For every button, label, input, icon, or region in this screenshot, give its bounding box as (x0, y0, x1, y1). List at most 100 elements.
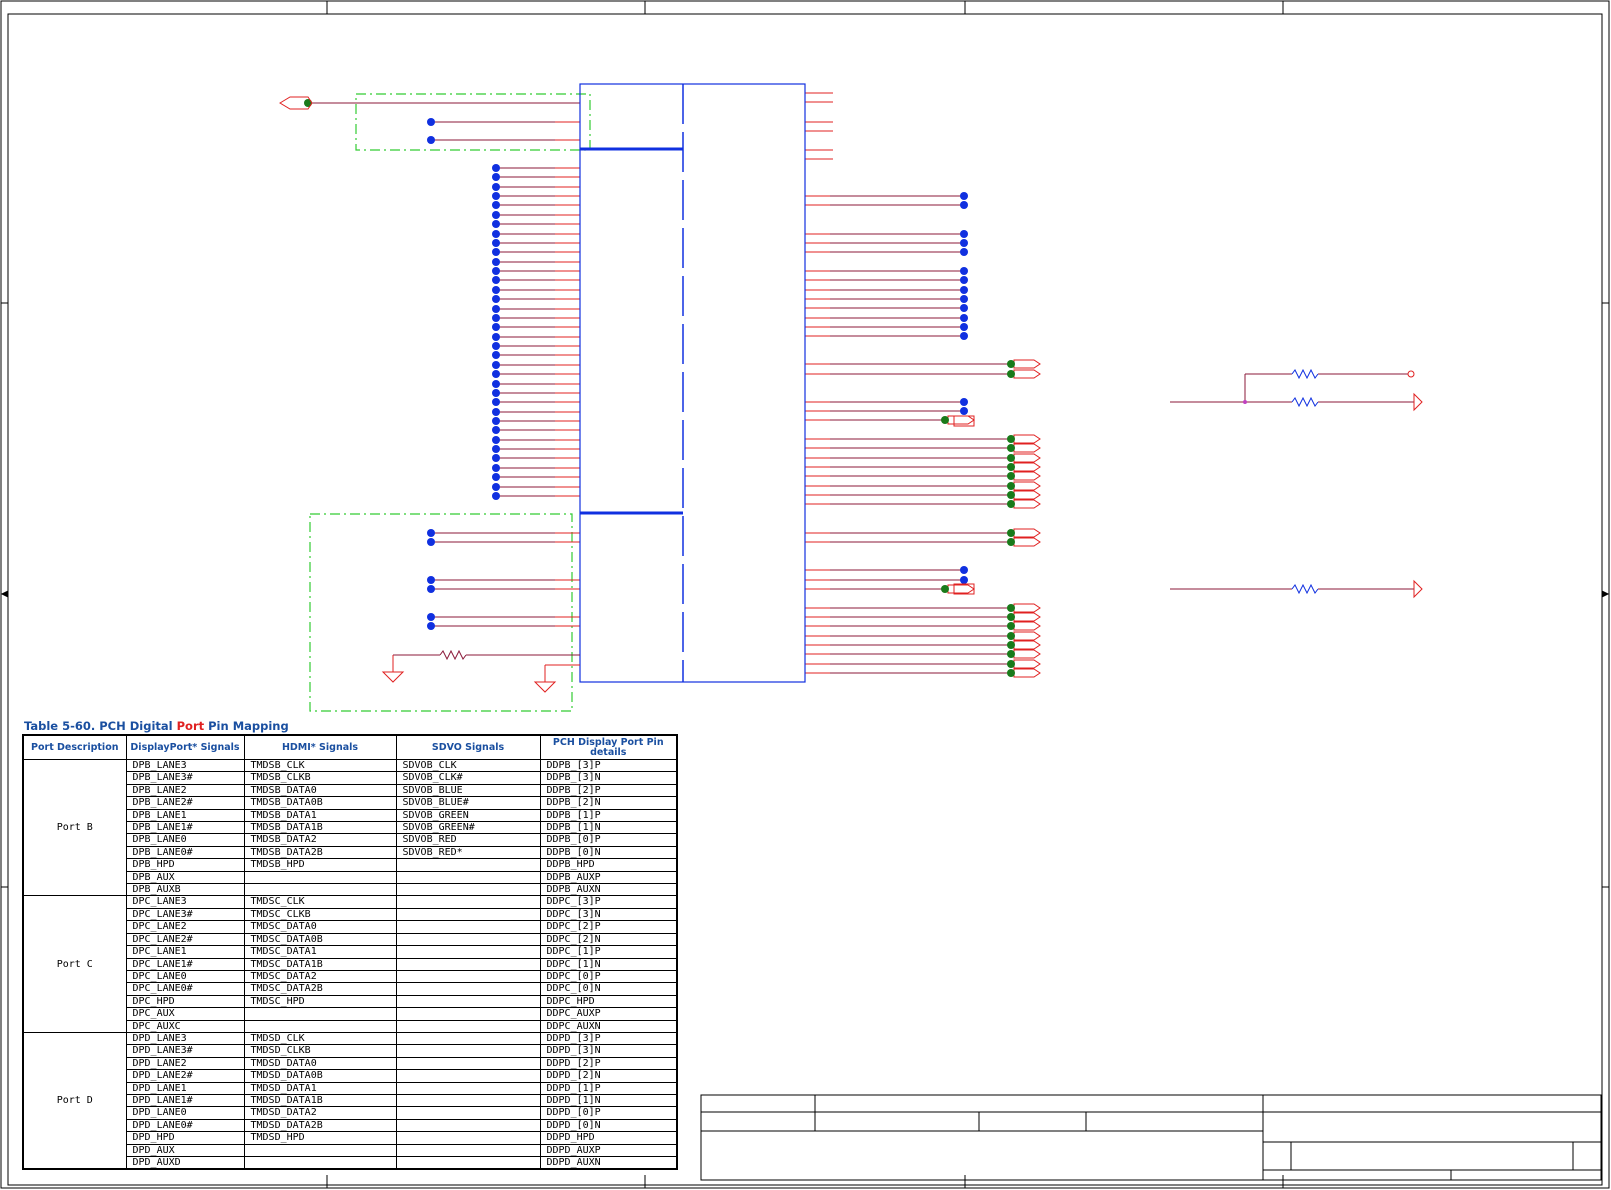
table-cell: DDPD_AUXP (539, 1143, 678, 1158)
table-cell: DDPD_[3]N (539, 1044, 678, 1058)
table-cell: DDPB_[3]N (539, 771, 678, 785)
pin-dot (492, 305, 500, 313)
table-cell (243, 883, 397, 897)
table-cell: DDPC_[2]N (539, 932, 678, 947)
pin-dot (492, 230, 500, 238)
table-cell (395, 1031, 541, 1046)
pin-dot (960, 566, 968, 574)
pin-dot (492, 239, 500, 247)
table-cell (395, 895, 541, 909)
off-page-connector (1013, 621, 1041, 631)
table-cell: TMDSB_DATA2 (243, 833, 397, 847)
table-cell: TMDSC_DATA1B (243, 957, 397, 971)
off-page-connector (1013, 603, 1041, 613)
table-cell: DDPD_[2]P (539, 1056, 678, 1071)
connector-dot (1007, 360, 1015, 368)
table-cell: DDPB_AUXN (539, 883, 678, 897)
table-cell: TMDSC_DATA0B (243, 932, 397, 947)
pin-dot (427, 585, 435, 593)
table-cell (395, 907, 541, 922)
table-cell: DPC_LANE1 (125, 945, 245, 959)
pin-dot (960, 239, 968, 247)
connector-dot (1007, 529, 1015, 537)
table-cell: DPC_LANE0# (125, 982, 245, 996)
connector-dot (304, 99, 312, 107)
table-cell: DDPC_[1]P (539, 945, 678, 959)
table-cell: DPD_AUXD (125, 1156, 245, 1170)
off-page-connector (1013, 631, 1041, 641)
table-cell: DDPB_[1]N (539, 821, 678, 835)
table-cell: TMDSD_DATA0B (243, 1069, 397, 1083)
table-cell: TMDSC_DATA2B (243, 982, 397, 996)
port-cell: Port C (22, 895, 127, 1033)
table-cell: DDPB_[2]N (539, 796, 678, 810)
table-cell: DPB_AUXB (125, 883, 245, 897)
off-page-connector (1013, 528, 1041, 538)
table-row: Port C DPC_LANE3 TMDSC_CLK DDPC_[3]P (22, 895, 678, 1033)
pin-dot (492, 323, 500, 331)
pch-chip (579, 83, 806, 683)
table-cell: TMDSB_HPD (243, 858, 397, 872)
off-page-connector (1013, 659, 1041, 669)
table-cell: TMDSC_CLKB (243, 907, 397, 922)
table-cell: TMDSB_DATA1B (243, 821, 397, 835)
table-cell: TMDSC_DATA1 (243, 945, 397, 959)
table-cell: SDVOB_GREEN# (395, 821, 541, 835)
table-cell: DPB_LANE1 (125, 808, 245, 823)
pin-dot (960, 192, 968, 200)
pin-dot (492, 492, 500, 500)
pin-dot (427, 538, 435, 546)
off-page-connector (947, 415, 975, 425)
pin-dot (492, 417, 500, 425)
table-body: Port B DPB_LANE3 TMDSB_CLK SDVOB_CLK DDPB_[3… (22, 758, 678, 1170)
table-cell: DDPB_[0]P (539, 833, 678, 847)
off-page-connector (1013, 471, 1041, 481)
pin-dot (492, 342, 500, 350)
table-cell: DDPC_[1]N (539, 957, 678, 971)
table-cell (395, 969, 541, 984)
table-cell (395, 1118, 541, 1133)
pin-dots (304, 99, 1015, 677)
table-cell: DPC_LANE1# (125, 957, 245, 971)
connector-dot (1007, 622, 1015, 630)
off-page-connector (1013, 453, 1041, 463)
pin-dot (960, 267, 968, 275)
table-cell: DDPB_[2]P (539, 783, 678, 798)
table-cell: DPC_LANE0 (125, 969, 245, 984)
off-page-connector (1013, 443, 1041, 453)
table-cell: DPB_AUX (125, 870, 245, 885)
table-cell: DDPD_[1]P (539, 1081, 678, 1095)
header-sdvo-signals: SDVO Signals (395, 734, 541, 760)
table-cell (243, 1143, 397, 1158)
table-cell: DPB_LANE3# (125, 771, 245, 785)
wires (308, 92, 1041, 678)
pin-dot (492, 192, 500, 200)
table-cell: SDVOB_BLUE (395, 783, 541, 798)
connector-dot (1007, 538, 1015, 546)
pin-dot (960, 407, 968, 415)
header-port-description: Port Description (22, 734, 127, 760)
table-row: Port B DPB_LANE3 TMDSB_CLK SDVOB_CLK DDPB_[3… (22, 758, 678, 897)
off-page-connector (1013, 481, 1041, 491)
table-cell: DPD_AUX (125, 1143, 245, 1158)
table-cell: DDPB_[0]N (539, 845, 678, 860)
pin-dot (427, 613, 435, 621)
caption-suffix: Pin Mapping (204, 719, 289, 733)
table-cell: DPB_HPD (125, 858, 245, 872)
table-cell: TMDSD_CLKB (243, 1044, 397, 1058)
table-cell: TMDSD_DATA0 (243, 1056, 397, 1071)
table-cell (395, 932, 541, 947)
table-cell: DDPB_[3]P (539, 758, 678, 773)
connector-dot (1007, 435, 1015, 443)
table-cell: DPD_LANE0# (125, 1118, 245, 1133)
table-cell (395, 1007, 541, 1021)
table-header-row: Port Description DisplayPort* Signals HD… (22, 734, 678, 760)
table-cell (395, 858, 541, 872)
table-cell: TMDSB_CLK (243, 758, 397, 773)
connector-dot (1007, 660, 1015, 668)
off-page-connector (1013, 649, 1041, 659)
pin-dot (492, 464, 500, 472)
table-cell: TMDSB_DATA0 (243, 783, 397, 798)
pin-dot (492, 436, 500, 444)
table-cell: DDPB_HPD (539, 858, 678, 872)
